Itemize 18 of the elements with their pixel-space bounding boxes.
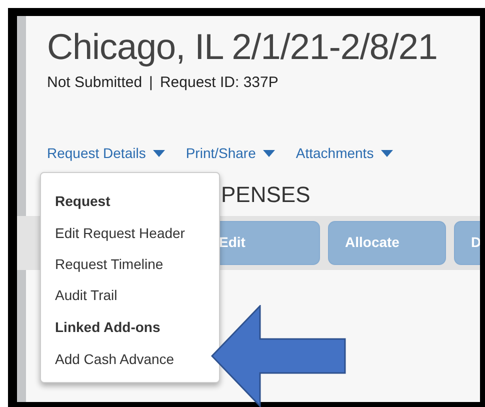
menu-item[interactable]: Edit Request Header — [55, 223, 185, 244]
request-id-text: Request ID: 337P — [160, 73, 278, 93]
menu-item[interactable]: Add Cash Advance — [55, 349, 174, 370]
menu-group-header: Linked Add-ons — [55, 318, 160, 337]
menu-item[interactable]: Request Timeline — [55, 254, 164, 275]
section-heading: PENSES — [221, 184, 312, 206]
nav-dropdown[interactable]: Request Details — [47, 142, 165, 164]
arrow-icon — [211, 305, 347, 407]
caret-icon — [152, 150, 165, 156]
menu-group-header: Request — [55, 192, 110, 211]
caret-icon — [380, 150, 393, 156]
menu-item[interactable]: Audit Trail — [55, 285, 118, 306]
page-title: Chicago, IL 2/1/21-2/8/21 — [47, 29, 438, 65]
caret-icon — [262, 150, 275, 156]
separator-text: | — [149, 73, 153, 93]
status-text: Not Submitted — [47, 73, 142, 93]
nav-dropdown[interactable]: Attachments — [296, 142, 393, 164]
nav-dropdown[interactable]: Print/Share — [186, 142, 275, 164]
